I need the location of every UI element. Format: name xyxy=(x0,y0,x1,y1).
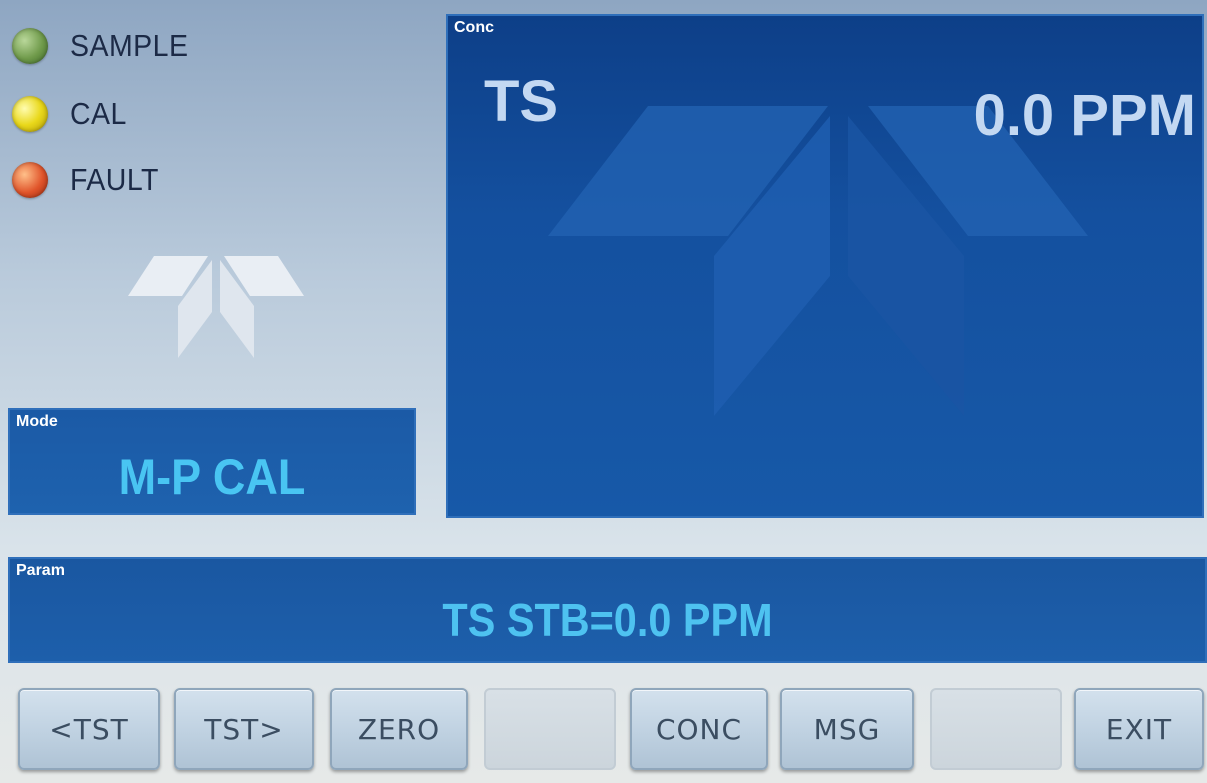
mode-value: M-P CAL xyxy=(118,449,306,505)
conc-panel: Conc TS 0.0 PPM xyxy=(446,14,1204,518)
cal-led-icon xyxy=(12,96,48,132)
mode-panel: Mode M-P CAL xyxy=(8,408,416,515)
fault-indicator: FAULT xyxy=(12,162,167,198)
fault-label: FAULT xyxy=(70,162,159,197)
sample-label: SAMPLE xyxy=(70,28,189,63)
blank-button-1[interactable] xyxy=(484,688,616,770)
exit-button[interactable]: EXIT xyxy=(1074,688,1204,770)
sample-indicator: SAMPLE xyxy=(12,28,199,64)
cal-indicator: CAL xyxy=(12,96,132,132)
conc-value: 0.0 PPM xyxy=(973,83,1196,148)
analyzer-screen: SAMPLE CAL FAULT Mode M-P CAL Conc TS 0.… xyxy=(0,0,1207,783)
sample-led-icon xyxy=(12,28,48,64)
param-tag: Param xyxy=(16,562,65,579)
mode-tag: Mode xyxy=(16,413,58,430)
zero-button[interactable]: ZERO xyxy=(330,688,468,770)
blank-button-2[interactable] xyxy=(930,688,1062,770)
conc-gas-name: TS xyxy=(484,69,559,134)
conc-button[interactable]: CONC xyxy=(630,688,768,770)
tst-next-button[interactable]: TST> xyxy=(174,688,314,770)
fault-led-icon xyxy=(12,162,48,198)
tst-prev-button[interactable]: <TST xyxy=(18,688,160,770)
param-value: TS STB=0.0 PPM xyxy=(442,594,773,646)
conc-tag: Conc xyxy=(454,19,494,36)
teledyne-logo-icon xyxy=(128,256,304,358)
msg-button[interactable]: MSG xyxy=(780,688,914,770)
cal-label: CAL xyxy=(70,96,127,131)
param-panel: Param TS STB=0.0 PPM xyxy=(8,557,1207,663)
